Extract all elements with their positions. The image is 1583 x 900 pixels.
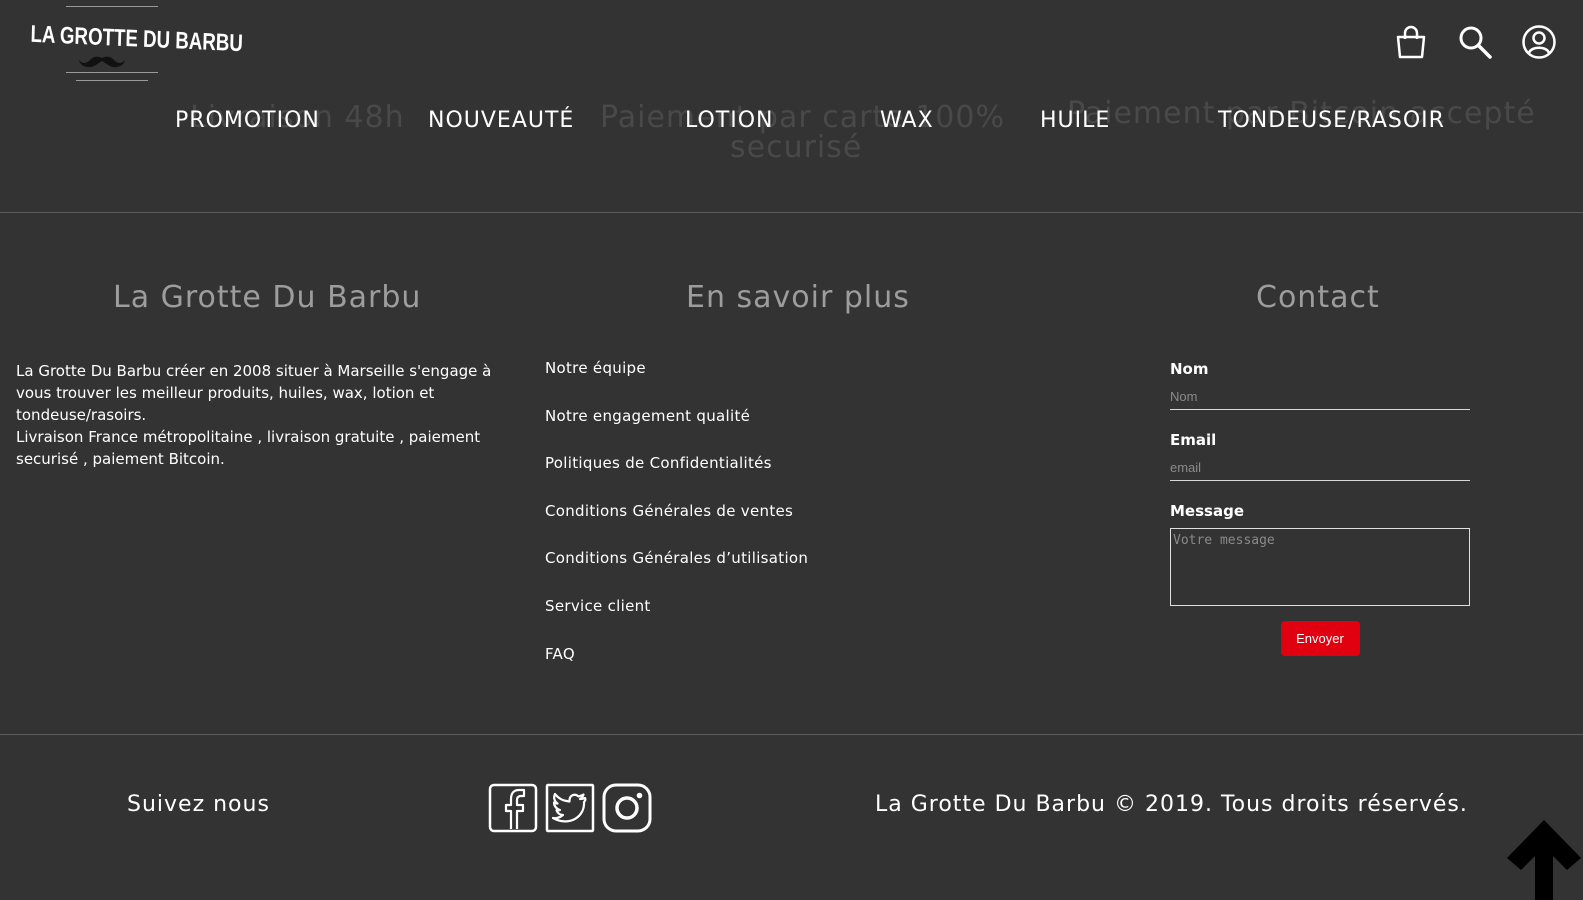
list-item: Conditions Générales d’utilisation — [545, 549, 808, 597]
contact-form: Nom Email Message Envoyer — [1170, 358, 1470, 656]
logo-rule-top — [66, 6, 158, 7]
instagram-icon[interactable] — [602, 783, 652, 833]
message-field[interactable] — [1170, 528, 1470, 606]
user-account-icon[interactable] — [1521, 24, 1557, 60]
header-divider — [0, 212, 1583, 213]
logo-text: LA GROTTE DU BARBU — [30, 20, 244, 58]
info-links: Notre équipe Notre engagement qualité Po… — [545, 359, 808, 692]
list-item: FAQ — [545, 645, 808, 693]
about-paragraph-1: La Grotte Du Barbu créer en 2008 situer … — [16, 362, 492, 424]
link-cgu[interactable]: Conditions Générales d’utilisation — [545, 549, 808, 567]
name-label: Nom — [1170, 360, 1209, 378]
about-paragraph-2: Livraison France métropolitaine , livrai… — [16, 428, 481, 468]
list-item: Notre équipe — [545, 359, 808, 407]
nav-nouveaute[interactable]: NOUVEAUTÉ — [428, 108, 574, 133]
contact-title: Contact — [1256, 280, 1380, 315]
copyright-text: La Grotte Du Barbu © 2019. Tous droits r… — [875, 792, 1468, 817]
main-nav: PROMOTION NOUVEAUTÉ LOTION WAX HUILE TON… — [0, 108, 1583, 144]
arrow-up-icon[interactable] — [1505, 818, 1583, 900]
about-title: La Grotte Du Barbu — [113, 280, 422, 315]
email-label: Email — [1170, 431, 1217, 449]
nav-tondeuse-rasoir[interactable]: TONDEUSE/RASOIR — [1218, 108, 1445, 133]
nav-huile[interactable]: HUILE — [1040, 108, 1110, 133]
header-actions — [1393, 24, 1557, 60]
link-confidentialite[interactable]: Politiques de Confidentialités — [545, 454, 772, 472]
about-text: La Grotte Du Barbu créer en 2008 situer … — [16, 360, 496, 470]
footer-divider — [0, 734, 1583, 735]
mustache-icon — [79, 56, 125, 68]
name-field[interactable] — [1170, 384, 1470, 410]
list-item: Service client — [545, 597, 808, 645]
message-label: Message — [1170, 502, 1244, 520]
send-button[interactable]: Envoyer — [1280, 621, 1360, 656]
twitter-icon[interactable] — [545, 783, 595, 833]
shopping-bag-icon[interactable] — [1393, 24, 1429, 60]
link-engagement-qualite[interactable]: Notre engagement qualité — [545, 407, 750, 425]
follow-us-label: Suivez nous — [127, 792, 270, 817]
facebook-icon[interactable] — [488, 783, 538, 833]
site-logo[interactable]: LA GROTTE DU BARBU — [8, 6, 244, 84]
search-icon[interactable] — [1457, 24, 1493, 60]
nav-lotion[interactable]: LOTION — [685, 108, 774, 133]
list-item: Politiques de Confidentialités — [545, 454, 808, 502]
email-field[interactable] — [1170, 455, 1470, 481]
nav-promotion[interactable]: PROMOTION — [175, 108, 320, 133]
link-cgv[interactable]: Conditions Générales de ventes — [545, 502, 793, 520]
link-notre-equipe[interactable]: Notre équipe — [545, 359, 646, 377]
logo-rule-bottom-2 — [76, 80, 148, 81]
nav-wax[interactable]: WAX — [880, 108, 934, 133]
link-faq[interactable]: FAQ — [545, 645, 575, 663]
more-title: En savoir plus — [686, 280, 910, 315]
list-item: Conditions Générales de ventes — [545, 502, 808, 550]
link-service-client[interactable]: Service client — [545, 597, 651, 615]
logo-rule-bottom — [66, 72, 158, 73]
social-links — [488, 783, 652, 833]
list-item: Notre engagement qualité — [545, 407, 808, 455]
